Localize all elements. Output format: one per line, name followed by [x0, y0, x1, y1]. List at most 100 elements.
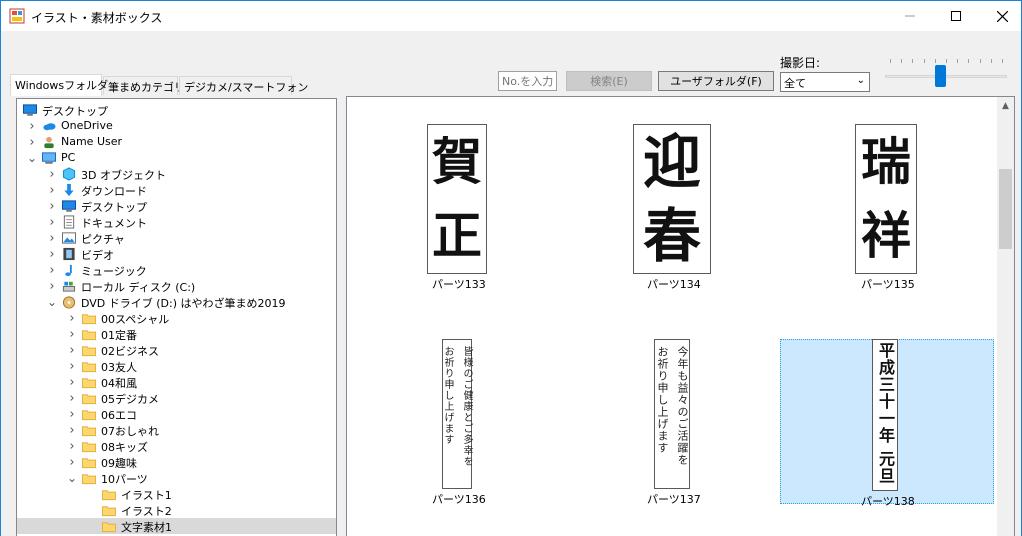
tree-item[interactable]: › 04和風 — [17, 374, 336, 391]
slider-tick — [946, 59, 947, 63]
chevron-right-icon[interactable]: › — [27, 118, 37, 134]
zoom-slider-thumb[interactable] — [934, 65, 946, 87]
thumbnail-grid[interactable]: ▲ 賀正パーツ133 迎春パーツ134 瑞祥パーツ135 皆様のご健康とご多幸を お祈り… — [346, 96, 1015, 536]
chevron-right-icon[interactable]: › — [47, 246, 57, 262]
zoom-slider-track[interactable] — [885, 75, 1007, 78]
tree-item[interactable]: › 08キッズ — [17, 438, 336, 455]
tree-item[interactable]: › デスクトップ — [17, 198, 336, 215]
tree-item[interactable]: › ローカル ディスク (C:) — [17, 278, 336, 295]
thumbnail-image[interactable]: 今年も益々のご活躍を お祈り申し上げます — [654, 339, 690, 489]
tree-item[interactable]: › ピクチャ — [17, 230, 336, 247]
chevron-right-icon[interactable]: › — [67, 454, 77, 470]
tree-item[interactable]: › 3D オブジェクト — [17, 166, 336, 183]
chevron-right-icon[interactable]: › — [47, 230, 57, 246]
tree-item[interactable]: デスクトップ — [17, 102, 336, 118]
window-title: イラスト・素材ボックス — [31, 11, 163, 25]
calligraphy-char: 祥 — [861, 206, 911, 265]
tab-digicam-smartphone[interactable]: デジカメ/スマートフォン — [179, 76, 308, 95]
date-select[interactable]: 全て ⌄ — [780, 72, 870, 92]
thumbnail-caption: パーツ136 — [432, 493, 486, 506]
chevron-right-icon[interactable]: › — [47, 262, 57, 278]
tree-item[interactable]: › 03友人 — [17, 358, 336, 375]
tree-item-label: 05デジカメ — [101, 393, 159, 406]
user-folder-button[interactable]: ユーザフォルダ(F) — [658, 71, 774, 91]
chevron-right-icon[interactable]: › — [47, 166, 57, 182]
tree-item-label: デスクトップ — [42, 105, 108, 118]
vertical-scrollbar[interactable]: ▲ — [997, 97, 1014, 536]
close-icon — [996, 10, 1008, 22]
tree-item[interactable]: › ミュージック — [17, 262, 336, 279]
cube-icon — [61, 167, 77, 181]
greeting-text-column: 皆様のご健康とご多幸を — [461, 346, 472, 467]
tree-item[interactable]: › 05デジカメ — [17, 390, 336, 407]
tree-item-label: 01定番 — [101, 329, 137, 342]
chevron-right-icon[interactable]: › — [27, 134, 37, 150]
cloud-icon — [41, 119, 57, 133]
maximize-button[interactable] — [933, 1, 979, 31]
document-icon — [61, 215, 77, 229]
search-button[interactable]: 検索(E) — [566, 71, 652, 91]
chevron-right-icon[interactable]: › — [67, 438, 77, 454]
chevron-right-icon[interactable]: › — [67, 390, 77, 406]
folder-icon — [101, 519, 117, 533]
chevron-down-icon[interactable]: ⌄ — [67, 470, 77, 486]
tree-item-label: ピクチャ — [81, 233, 125, 246]
close-button[interactable] — [979, 1, 1022, 31]
app-icon — [9, 8, 25, 24]
tree-item[interactable]: › ドキュメント — [17, 214, 336, 231]
tab-windows-folder[interactable]: Windowsフォルダ — [10, 74, 108, 96]
tree-item[interactable]: › Name User — [17, 134, 336, 150]
chevron-right-icon[interactable]: › — [67, 422, 77, 438]
tree-item[interactable]: イラスト1 — [17, 486, 336, 502]
thumbnail-image[interactable]: 平成三十一年 元旦 — [872, 339, 898, 491]
scroll-thumb[interactable] — [999, 169, 1012, 249]
thumbnail-image[interactable]: 皆様のご健康とご多幸を お祈り申し上げます — [442, 339, 472, 489]
tree-item[interactable]: › 02ビジネス — [17, 342, 336, 359]
chevron-right-icon[interactable]: › — [47, 214, 57, 230]
folder-tree[interactable]: デスクトップ › OneDrive › Name User ⌄ PC › 3D オブジェクト › ダ… — [16, 98, 337, 536]
tree-item[interactable]: › ビデオ — [17, 246, 336, 263]
chevron-right-icon[interactable]: › — [67, 310, 77, 326]
thumbnail-image[interactable]: 瑞祥 — [855, 124, 917, 274]
chevron-right-icon[interactable]: › — [67, 326, 77, 342]
chevron-down-icon[interactable]: ⌄ — [27, 150, 37, 166]
tree-item[interactable]: イラスト2 — [17, 502, 336, 518]
chevron-right-icon[interactable]: › — [47, 198, 57, 214]
slider-tick — [968, 59, 970, 63]
tree-item[interactable]: › 09趣味 — [17, 454, 336, 471]
tree-item[interactable]: › ダウンロード — [17, 182, 336, 199]
folder-icon — [81, 423, 97, 437]
chevron-right-icon[interactable]: › — [67, 406, 77, 422]
minimize-button[interactable] — [887, 1, 933, 31]
chevron-right-icon[interactable]: › — [47, 182, 57, 198]
folder-icon — [81, 343, 97, 357]
tree-item[interactable]: › 00スペシャル — [17, 310, 336, 327]
tree-item-label: 03友人 — [101, 361, 137, 374]
chevron-right-icon[interactable]: › — [67, 358, 77, 374]
greeting-text-vertical: 平成三十一年 元旦 — [876, 342, 895, 485]
disk-icon — [61, 279, 77, 293]
number-input[interactable] — [498, 71, 557, 91]
chevron-right-icon[interactable]: › — [67, 374, 77, 390]
folder-icon — [81, 327, 97, 341]
tree-item-label: DVD ドライブ (D:) はやわざ筆まめ2019 — [81, 297, 286, 310]
tab-fudemame-category[interactable]: 筆まめカテゴリ — [103, 76, 185, 95]
tree-item[interactable]: 文字素材1 — [17, 518, 336, 534]
chevron-down-icon[interactable]: ⌄ — [47, 294, 57, 310]
chevron-right-icon[interactable]: › — [47, 278, 57, 294]
tree-item[interactable]: › 07おしゃれ — [17, 422, 336, 439]
tree-item[interactable]: › 06エコ — [17, 406, 336, 423]
tree-item[interactable]: › 01定番 — [17, 326, 336, 343]
tree-item[interactable]: › OneDrive — [17, 118, 336, 134]
thumbnail-image[interactable]: 賀正 — [427, 124, 487, 274]
thumbnail-image[interactable]: 迎春 — [633, 124, 711, 274]
title-bar: イラスト・素材ボックス — [1, 1, 1021, 31]
desktop-icon — [61, 199, 77, 213]
folder-icon — [81, 471, 97, 485]
tree-item-label: ミュージック — [81, 265, 147, 278]
tree-item[interactable]: ⌄ PC — [17, 150, 336, 166]
tree-item[interactable]: ⌄ 10パーツ — [17, 470, 336, 486]
scroll-up-icon[interactable]: ▲ — [997, 97, 1014, 114]
chevron-right-icon[interactable]: › — [67, 342, 77, 358]
tree-item[interactable]: ⌄ DVD ドライブ (D:) はやわざ筆まめ2019 — [17, 294, 336, 310]
